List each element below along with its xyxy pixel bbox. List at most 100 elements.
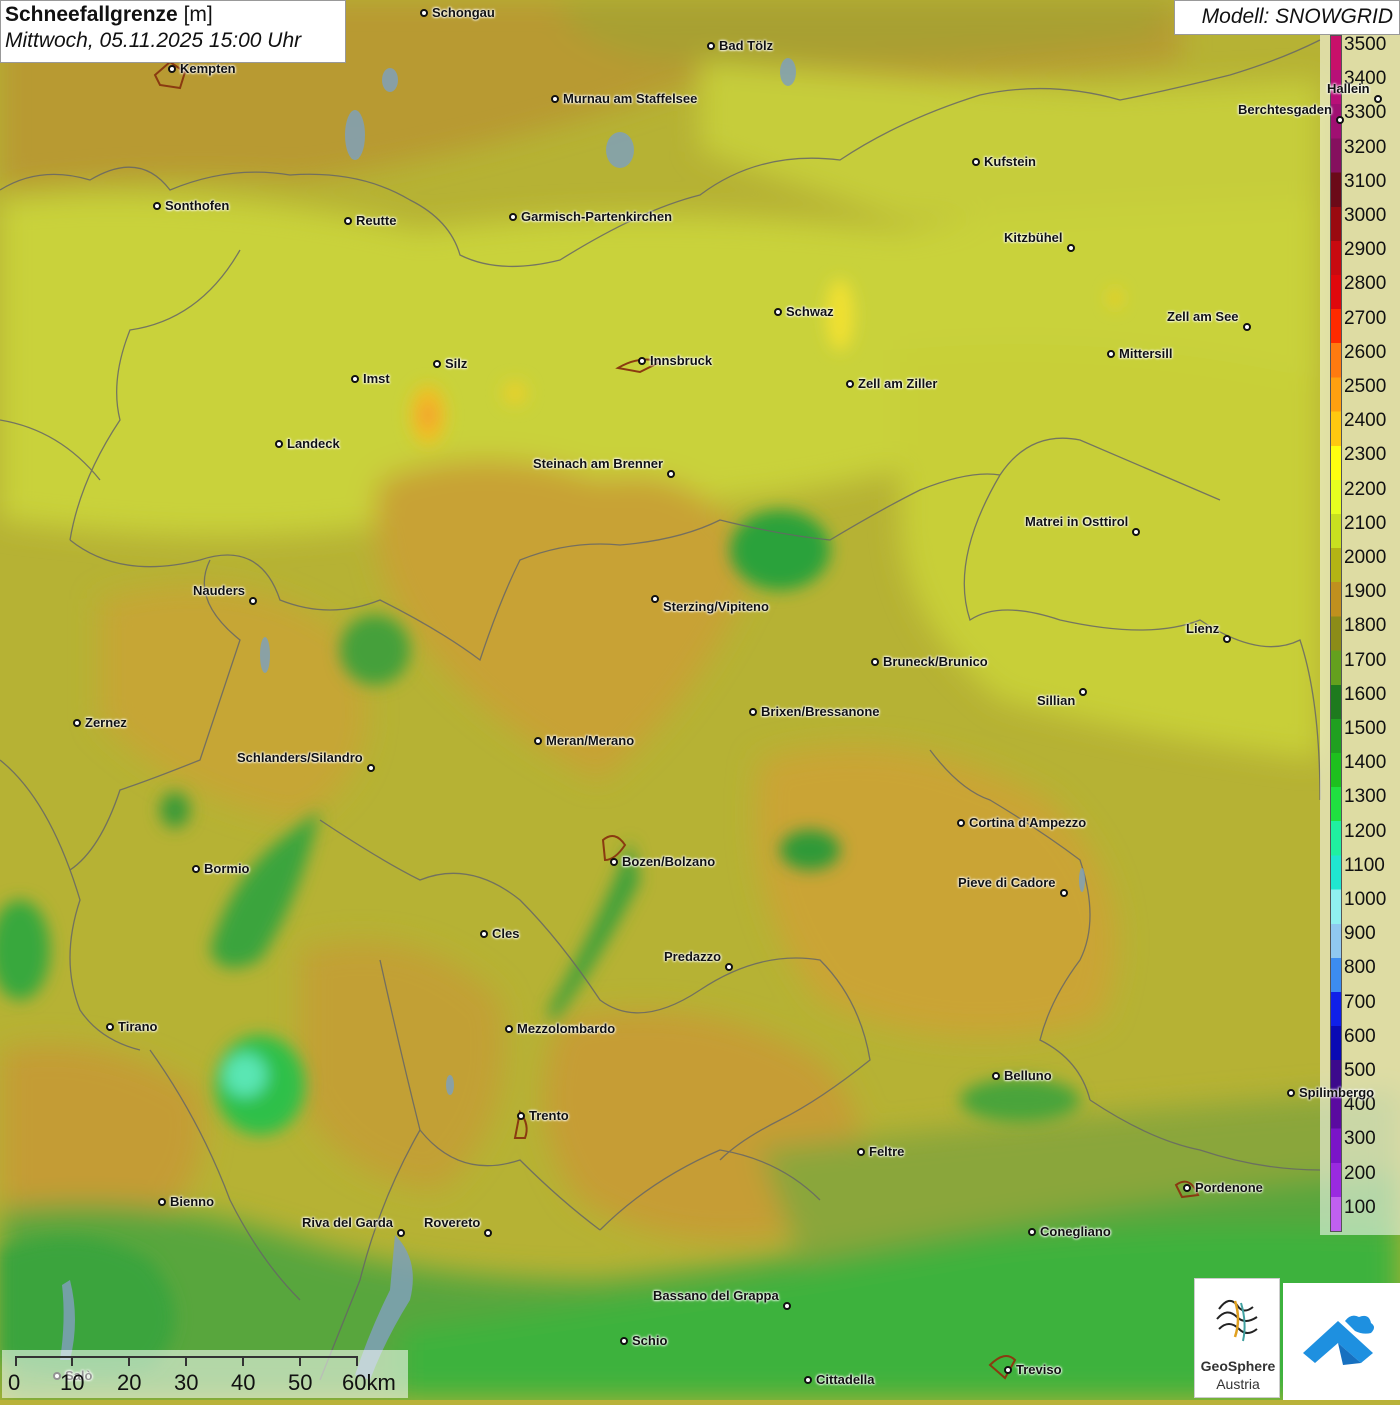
legend-label: 1300 [1344, 786, 1387, 808]
city-dot [638, 357, 646, 365]
legend-label: 2600 [1344, 341, 1387, 363]
city-label: Pordenone [1195, 1180, 1263, 1195]
city-dot [433, 360, 441, 368]
city-dot [725, 963, 733, 971]
city-dot [1336, 116, 1344, 124]
map-title-unit: [m] [183, 3, 213, 26]
geosphere-logo[interactable]: GeoSphere Austria [1194, 1278, 1280, 1398]
city-dot [192, 865, 200, 873]
city-dot [1004, 1366, 1012, 1374]
city-dot [1287, 1089, 1295, 1097]
city-dot [620, 1337, 628, 1345]
city-label: Nauders [193, 583, 246, 598]
city-label: Garmisch-Partenkirchen [521, 209, 673, 224]
geosphere-name: GeoSphere [1200, 1358, 1276, 1374]
city-dot [667, 470, 675, 478]
city-label: Schio [632, 1333, 668, 1348]
city-dot [1067, 244, 1075, 252]
legend-label: 700 [1344, 991, 1376, 1013]
city-dot [1374, 95, 1382, 103]
legend-label: 1000 [1344, 889, 1387, 910]
city-dot [351, 375, 359, 383]
city-label: Bozen/Bolzano [622, 854, 716, 869]
legend-label: 2900 [1344, 239, 1387, 261]
scale-label: 50 [288, 1370, 313, 1395]
city-dot [783, 1302, 791, 1310]
city-dot [1132, 528, 1140, 536]
city-dot [610, 858, 618, 866]
city-label: Murnau am Staffelsee [563, 91, 698, 106]
city-label: Feltre [869, 1144, 905, 1159]
scale-tick [185, 1356, 187, 1366]
city-label: Silz [445, 356, 468, 371]
city-dot [992, 1072, 1000, 1080]
legend-label: 3500 [1344, 34, 1387, 55]
scale-label: 10 [60, 1370, 85, 1395]
city-label: Bruneck/Brunico [883, 654, 988, 669]
scale-label: 0 [8, 1370, 21, 1395]
city-label: Treviso [1016, 1362, 1062, 1377]
city-label: Mezzolombardo [517, 1021, 616, 1036]
city-dot [1183, 1184, 1191, 1192]
city-dot [249, 597, 257, 605]
legend-label: 3200 [1344, 136, 1387, 158]
city-dot [957, 819, 965, 827]
city-label: Belluno [1004, 1068, 1052, 1083]
geosphere-sub: Austria [1216, 1376, 1260, 1392]
city-label: Conegliano [1040, 1224, 1111, 1239]
legend-label: 2800 [1344, 273, 1387, 295]
city-dot [749, 708, 757, 716]
city-dot [857, 1148, 865, 1156]
legend-label: 200 [1344, 1162, 1376, 1184]
city-dot [804, 1376, 812, 1384]
city-label: Sonthofen [165, 198, 230, 213]
scale-tick [299, 1356, 301, 1366]
legend-label: 1400 [1344, 752, 1387, 774]
city-label: Steinach am Brenner [533, 456, 664, 471]
city-label: Trento [529, 1108, 569, 1123]
scale-label: 60km [342, 1370, 396, 1395]
city-dot [480, 930, 488, 938]
legend-label: 300 [1344, 1128, 1376, 1150]
city-label: Meran/Merano [546, 733, 635, 748]
scale-label: 30 [174, 1370, 199, 1395]
city-label: Pieve di Cadore [958, 875, 1056, 890]
city-dot [484, 1229, 492, 1237]
city-dot [707, 42, 715, 50]
scale-bar: 0 10 20 30 40 50 60km [2, 1350, 408, 1398]
legend-label: 2300 [1344, 444, 1387, 466]
scale-tick [128, 1356, 130, 1366]
legend-label: 1200 [1344, 820, 1387, 842]
legend-label: 500 [1344, 1060, 1376, 1081]
legend-label: 2000 [1344, 547, 1387, 568]
city-dot [168, 65, 176, 73]
city-label: Schongau [432, 5, 495, 20]
city-dot [972, 158, 980, 166]
scale-tick [242, 1356, 244, 1366]
city-dot [153, 202, 161, 210]
city-dot [1060, 889, 1068, 897]
city-dot [651, 595, 659, 603]
city-label: Bad Tölz [719, 38, 774, 53]
city-label: Zell am Ziller [858, 376, 938, 391]
app-logo[interactable] [1283, 1283, 1400, 1400]
city-dot [1223, 635, 1231, 643]
legend-color-bar [1330, 35, 1342, 1232]
legend-label: 2700 [1344, 307, 1387, 329]
city-dot [551, 95, 559, 103]
city-label: Bienno [170, 1194, 215, 1209]
city-dot [275, 440, 283, 448]
scale-tick [356, 1356, 358, 1366]
legend-label: 1600 [1344, 683, 1387, 705]
city-label: Mittersill [1119, 346, 1173, 361]
city-label: Sterzing/Vipiteno [663, 599, 769, 614]
city-dot [509, 213, 517, 221]
city-dot [158, 1198, 166, 1206]
map-title-label: Schneefallgrenze [5, 3, 178, 26]
scale-label: 20 [117, 1370, 142, 1395]
city-dot [1028, 1228, 1036, 1236]
city-dot [1243, 323, 1251, 331]
legend-label: 2400 [1344, 410, 1387, 432]
legend-label: 2100 [1344, 512, 1387, 534]
map-title: Schneefallgrenze [m] [5, 3, 341, 27]
